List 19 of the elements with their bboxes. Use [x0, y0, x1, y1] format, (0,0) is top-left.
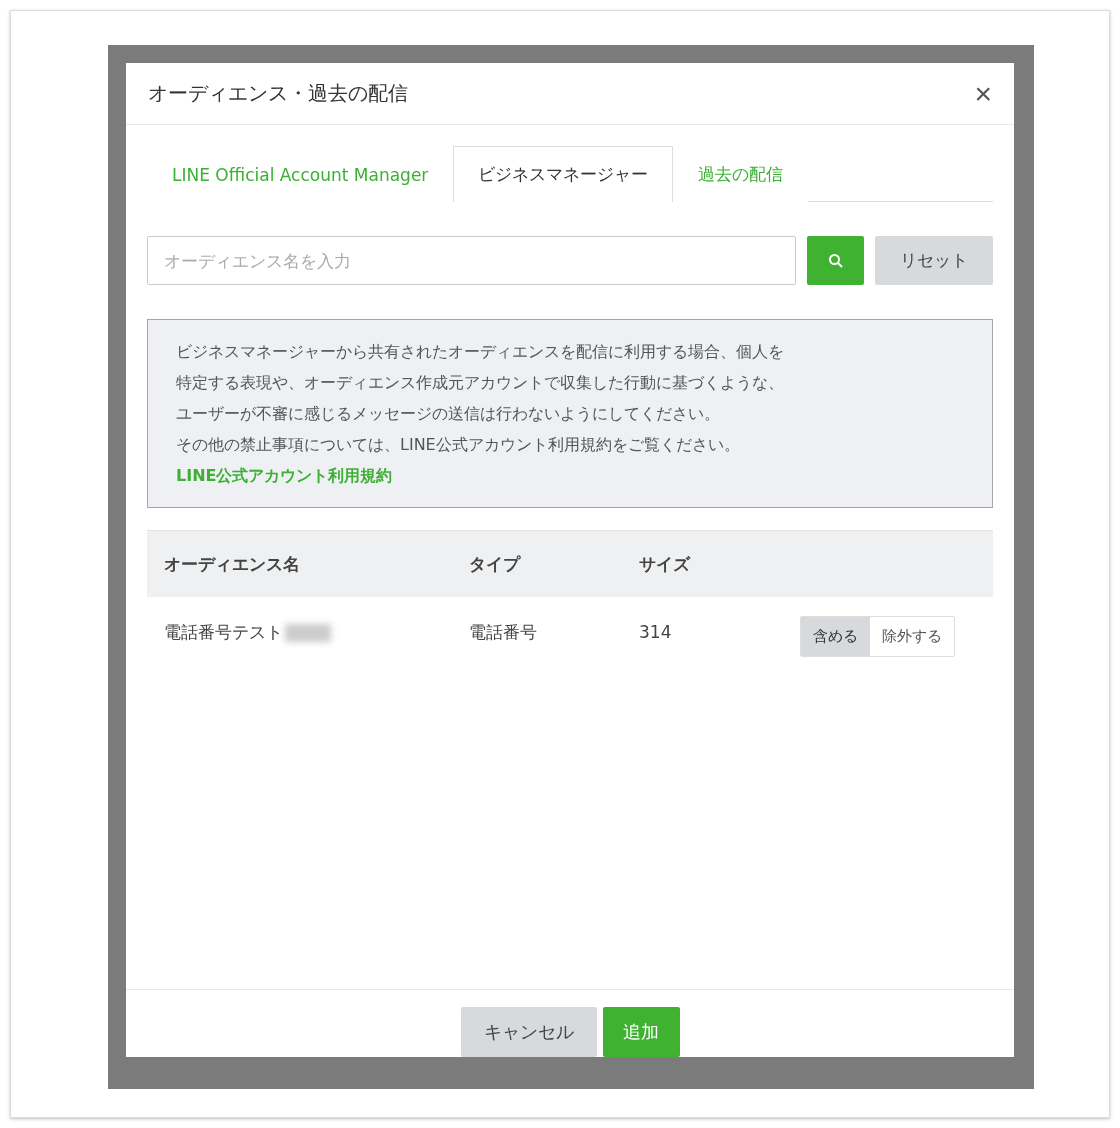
column-header: タイプ — [469, 552, 522, 576]
notice-text: ユーザーが不審に感じるメッセージの送信は行わないようにしてください。 — [176, 403, 721, 425]
notice-text: ビジネスマネージャーから共有されたオーディエンスを配信に利用する場合、個人を — [176, 341, 785, 363]
search-icon — [827, 252, 844, 269]
table-cell: 電話番号テスト — [164, 621, 283, 642]
tab[interactable]: ビジネスマネージャー — [453, 146, 674, 202]
column-header: サイズ — [639, 552, 692, 576]
reset-button[interactable]: リセット — [875, 236, 993, 285]
toggle-option[interactable]: 含める — [801, 616, 870, 656]
table-cell-text: 314 — [639, 622, 673, 642]
notice-text: 特定する表現や、オーディエンス作成元アカウントで収集した行動に基づくような、 — [176, 372, 785, 394]
notice-text: その他の禁止事項については、LINE公式アカウント利用規約をご覧ください。 — [176, 434, 741, 456]
cancel-button[interactable]: キャンセル — [460, 1007, 597, 1057]
search-field[interactable]: オーディエンス名を入力 — [147, 236, 796, 285]
column-header: オーディエンス名 — [164, 552, 301, 576]
search-button[interactable] — [807, 236, 864, 285]
close-button[interactable]: × — [974, 78, 992, 109]
table-cell-text: 電話番号 — [469, 620, 538, 644]
dialog-title: オーディエンス・過去の配信 — [148, 80, 408, 107]
